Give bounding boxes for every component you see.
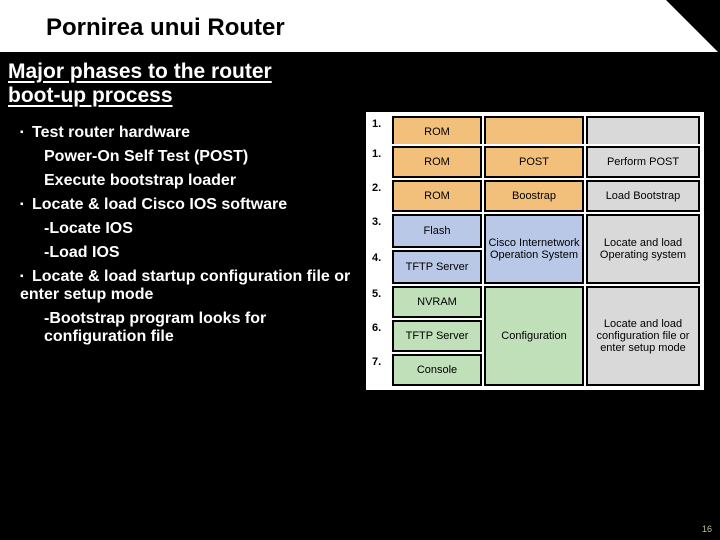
bullet-item: Test router hardware (20, 124, 360, 142)
grid-cell: Perform POST (586, 146, 700, 178)
bullet-item: Locate & load Cisco IOS software (20, 196, 360, 214)
step-number: 1. (370, 146, 390, 178)
grid-cell: Locate and load configuration file or en… (586, 286, 700, 386)
grid-cell: TFTP Server (392, 250, 482, 284)
step-number: 5. (370, 286, 390, 318)
boot-process-table-real: 1. ROM POST Perform POST 2. ROM Boostrap… (368, 144, 702, 388)
step-number: 2. (370, 180, 390, 212)
step-number: 7. (370, 354, 390, 386)
boot-process-diagram: 1. ROM POST Perform POST 2. ROM 3. Flash… (366, 112, 704, 390)
step-number: 6. (370, 320, 390, 352)
bullet-item: Execute bootstrap loader (44, 172, 360, 190)
grid-cell: POST (484, 146, 584, 178)
corner-notch (666, 0, 720, 54)
bullet-item: -Locate IOS (44, 220, 360, 238)
bullet-item: -Bootstrap program looks for configurati… (44, 310, 364, 346)
bullet-item: -Load IOS (44, 244, 360, 262)
bullet-item: Locate & load startup configuration file… (20, 268, 360, 304)
grid-cell: Load Bootstrap (586, 180, 700, 212)
grid-cell: Locate and load Operating system (586, 214, 700, 284)
step-number: 4. (370, 250, 390, 284)
grid-cell: NVRAM (392, 286, 482, 318)
grid-cell: TFTP Server (392, 320, 482, 352)
slide-subtitle: Major phases to the router boot-up proce… (0, 52, 300, 112)
content-row: Test router hardware Power-On Self Test … (0, 112, 720, 390)
bullet-item: Power-On Self Test (POST) (44, 148, 360, 166)
title-bar: Pornirea unui Router (0, 0, 720, 52)
grid-cell: Boostrap (484, 180, 584, 212)
grid-cell: ROM (392, 146, 482, 178)
step-number: 3. (370, 214, 390, 248)
grid-cell: ROM (392, 180, 482, 212)
bullet-list: Test router hardware Power-On Self Test … (20, 112, 360, 352)
grid-cell: Configuration (484, 286, 584, 386)
grid-cell: Cisco Internetwork Operation System (484, 214, 584, 284)
page-number: 16 (702, 524, 712, 534)
slide-title: Pornirea unui Router (46, 14, 285, 41)
grid-cell: Flash (392, 214, 482, 248)
slide: Pornirea unui Router Major phases to the… (0, 0, 720, 540)
grid-cell: Console (392, 354, 482, 386)
